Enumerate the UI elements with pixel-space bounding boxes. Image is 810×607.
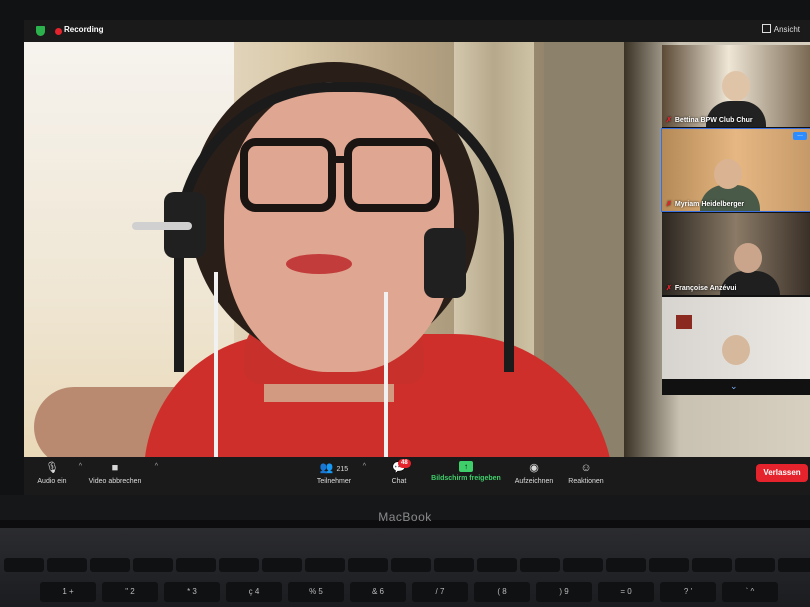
zoom-window: Recording Ansicht ✗ Bettina BPW Club Chur	[24, 20, 810, 495]
keyboard-key: ` ^	[722, 582, 778, 602]
participant-face	[714, 159, 742, 189]
more-options-icon[interactable]: ...	[793, 131, 807, 140]
participant-face	[734, 243, 762, 273]
participant-name: ✗ Myriam Heidelberger	[666, 201, 745, 208]
keyboard-key	[348, 558, 388, 572]
keyboard-key	[735, 558, 775, 572]
chat-unread-badge: 48	[398, 459, 411, 468]
keyboard-key	[434, 558, 474, 572]
view-button[interactable]: Ansicht	[761, 24, 800, 34]
keyboard-key	[133, 558, 173, 572]
keyboard-key	[47, 558, 87, 572]
keyboard-key: " 2	[102, 582, 158, 602]
keyboard-deck: 1 + " 2 * 3 ç 4 % 5 & 6 / 7 ( 8 ) 9 = 0 ? ' ` ^	[0, 528, 810, 607]
active-speaker-video[interactable]	[24, 42, 624, 457]
video-label: Video abbrechen	[88, 478, 142, 485]
keyboard-key: * 3	[164, 582, 220, 602]
background-object	[676, 315, 692, 329]
participant-gallery-strip: ✗ Bettina BPW Club Chur ... ✗ Myriam Heide…	[661, 45, 810, 395]
keyboard-key: = 0	[598, 582, 654, 602]
laptop-brand: MacBook	[378, 510, 432, 524]
recording-icon	[55, 28, 62, 35]
keyboard-key: / 7	[412, 582, 468, 602]
keyboard-key	[176, 558, 216, 572]
keyboard-key	[262, 558, 302, 572]
headset-band	[174, 82, 514, 372]
meeting-topbar: Recording Ansicht	[24, 20, 810, 42]
mic-off-icon: 🎙	[45, 462, 59, 474]
keyboard-key	[520, 558, 560, 572]
audio-label: Audio ein	[37, 478, 67, 485]
share-screen-icon: ↑	[459, 461, 473, 472]
participant-tile[interactable]: ... ✗ Myriam Heidelberger	[661, 128, 810, 212]
keyboard-key	[778, 558, 810, 572]
keyboard-function-row	[0, 558, 810, 580]
record-icon: ◉	[529, 462, 539, 474]
meeting-toolbar: 🎙 Audio ein ^ ■ Video abbrechen ^ 👥 215 T…	[24, 457, 810, 495]
keyboard-key	[305, 558, 345, 572]
keyboard-key: ç 4	[226, 582, 282, 602]
share-screen-button[interactable]: ↑ Bildschirm freigeben	[426, 461, 506, 482]
chevron-up-icon[interactable]: ^	[155, 463, 158, 470]
security-shield-icon[interactable]	[36, 26, 45, 36]
keyboard-key	[4, 558, 44, 572]
muted-mic-icon: ✗	[666, 117, 672, 124]
recording-label: Recording	[64, 25, 104, 34]
muted-mic-icon: ✗	[666, 201, 672, 208]
smiley-icon: ☺	[580, 462, 592, 474]
muted-mic-icon: ✗	[666, 285, 672, 292]
keyboard-key	[219, 558, 259, 572]
participant-name: ✗ Bettina BPW Club Chur	[666, 117, 753, 124]
participant-tile[interactable]: ✗ Françoise Anzévui	[662, 213, 810, 295]
keyboard-key	[477, 558, 517, 572]
keyboard-key	[649, 558, 689, 572]
reactions-label: Reaktionen	[568, 478, 604, 485]
participants-count: 215	[336, 466, 349, 473]
keyboard-key	[692, 558, 732, 572]
chat-button[interactable]: 💬 48 Chat	[384, 459, 414, 485]
view-label: Ansicht	[773, 25, 800, 34]
participant-face	[722, 335, 750, 365]
camera-icon: ■	[111, 462, 119, 474]
participant-name: ✗ Françoise Anzévui	[666, 285, 737, 292]
video-button[interactable]: ■ Video abbrechen ^	[82, 461, 158, 485]
share-screen-label: Bildschirm freigeben	[431, 475, 501, 482]
record-label: Aufzeichnen	[514, 478, 554, 485]
keyboard-key	[606, 558, 646, 572]
earphone-cable-right	[384, 292, 388, 457]
participants-icon: 👥 215	[319, 462, 349, 474]
chat-label: Chat	[391, 478, 407, 485]
keyboard-key	[90, 558, 130, 572]
leave-button[interactable]: Verlassen	[756, 464, 808, 482]
keyboard-key: ( 8	[474, 582, 530, 602]
earphone-cable-left	[214, 272, 218, 457]
keyboard-key: ? '	[660, 582, 716, 602]
participant-tile[interactable]	[662, 297, 810, 379]
participant-face	[722, 71, 750, 101]
keyboard-key: 1 +	[40, 582, 96, 602]
keyboard-number-row: 1 + " 2 * 3 ç 4 % 5 & 6 / 7 ( 8 ) 9 = 0 ? ' ` ^	[0, 582, 810, 604]
chevron-up-icon[interactable]: ^	[363, 463, 366, 470]
record-button[interactable]: ◉ Aufzeichnen	[510, 461, 558, 485]
headset-right-earcup	[424, 228, 466, 298]
audio-button[interactable]: 🎙 Audio ein ^	[32, 461, 82, 485]
keyboard-key	[391, 558, 431, 572]
chevron-down-icon[interactable]: ⌄	[730, 381, 738, 392]
headset-mic	[132, 222, 192, 230]
participant-tile[interactable]: ✗ Bettina BPW Club Chur	[662, 45, 810, 127]
keyboard-key: ) 9	[536, 582, 592, 602]
keyboard-key	[563, 558, 603, 572]
participants-label: Teilnehmer	[316, 478, 352, 485]
grid-view-icon	[761, 24, 771, 33]
participants-button[interactable]: 👥 215 Teilnehmer ^	[312, 461, 366, 485]
keyboard-key: % 5	[288, 582, 344, 602]
reactions-button[interactable]: ☺ Reaktionen	[564, 461, 608, 485]
keyboard-key: & 6	[350, 582, 406, 602]
